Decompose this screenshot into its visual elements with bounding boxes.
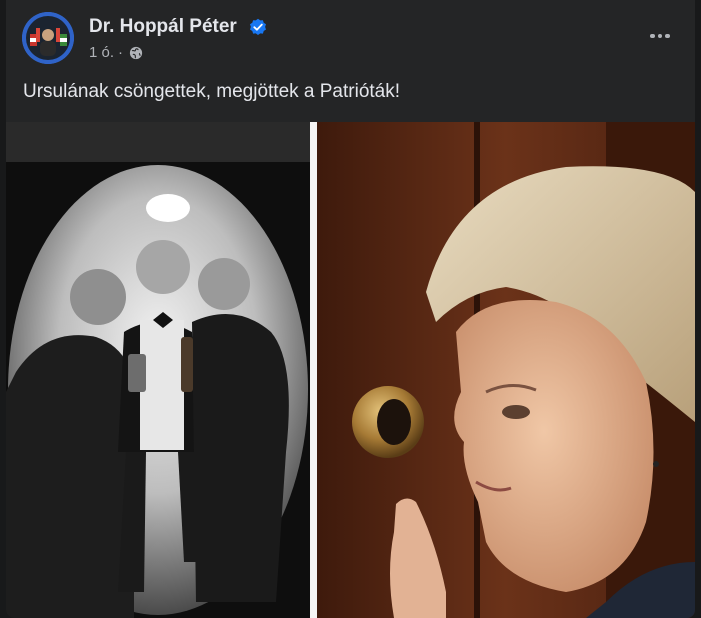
profile-avatar[interactable] bbox=[22, 12, 74, 64]
globe-icon[interactable] bbox=[129, 46, 143, 60]
door-peek-image bbox=[317, 122, 695, 618]
post-timestamp[interactable]: 1 ó. bbox=[89, 44, 114, 61]
more-options-icon-dot bbox=[665, 33, 670, 39]
post-meta: 1 ó. · bbox=[89, 44, 143, 61]
more-options-button[interactable] bbox=[645, 26, 675, 46]
post-caption: Ursulának csöngettek, megjöttek a Patrió… bbox=[23, 81, 401, 102]
peephole-view-image bbox=[6, 122, 310, 618]
meta-separator: · bbox=[118, 44, 124, 61]
post-card: Dr. Hoppál Péter 1 ó. · Ursulának csönge… bbox=[6, 0, 695, 618]
verified-badge-icon bbox=[250, 18, 266, 35]
more-options-icon-dot bbox=[657, 33, 663, 39]
author-name[interactable]: Dr. Hoppál Péter bbox=[89, 16, 237, 38]
post-image[interactable] bbox=[6, 122, 695, 618]
more-options-icon bbox=[650, 33, 655, 39]
image-divider bbox=[310, 122, 317, 618]
